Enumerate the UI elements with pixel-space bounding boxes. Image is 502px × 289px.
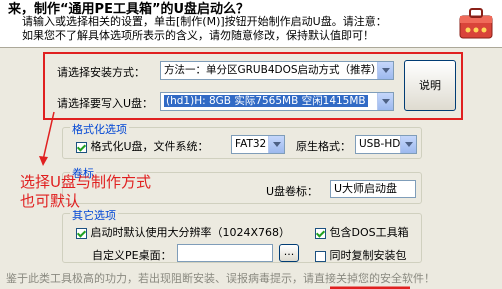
footer-warning: 鉴于此类工具极高的功力，若出现阻断安装、误报病毒提示，请直接关掉您的安全软件！ xyxy=(6,272,435,285)
annotation-line-1: 选择U盘与制作方式 xyxy=(20,173,151,191)
annotation-line-2: 也可默认 xyxy=(20,192,81,210)
annotation-arrow xyxy=(39,111,410,289)
